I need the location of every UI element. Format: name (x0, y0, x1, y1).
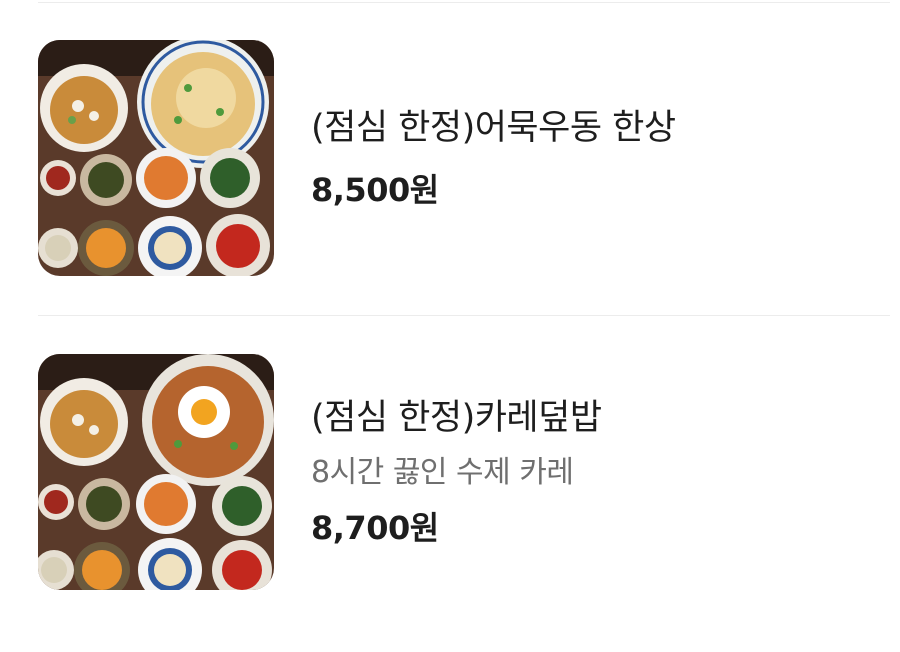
menu-item-name: (점심 한정)카레덮밥 (311, 398, 602, 438)
udon-set-photo-icon (38, 40, 274, 276)
menu-item-price: 8,500원 (311, 171, 439, 209)
curry-rice-set-photo-icon (38, 354, 274, 590)
menu-item-curry[interactable]: (점심 한정)카레덮밥 8시간 끓인 수제 카레 8,700원 (38, 354, 890, 590)
menu-list-page: (점심 한정)어묵우동 한상 8,500원 (점심 한정)카레덮밥 8시간 끓인… (0, 0, 900, 652)
menu-item-price: 8,700원 (311, 509, 439, 547)
top-divider (38, 2, 890, 3)
menu-item-udon[interactable]: (점심 한정)어묵우동 한상 8,500원 (38, 40, 890, 276)
menu-item-info: (점심 한정)어묵우동 한상 8,500원 (311, 40, 676, 276)
menu-item-info: (점심 한정)카레덮밥 8시간 끓인 수제 카레 8,700원 (311, 354, 602, 590)
menu-item-name: (점심 한정)어묵우동 한상 (311, 108, 676, 148)
item-divider (38, 315, 890, 316)
menu-item-description: 8시간 끓인 수제 카레 (311, 455, 574, 490)
